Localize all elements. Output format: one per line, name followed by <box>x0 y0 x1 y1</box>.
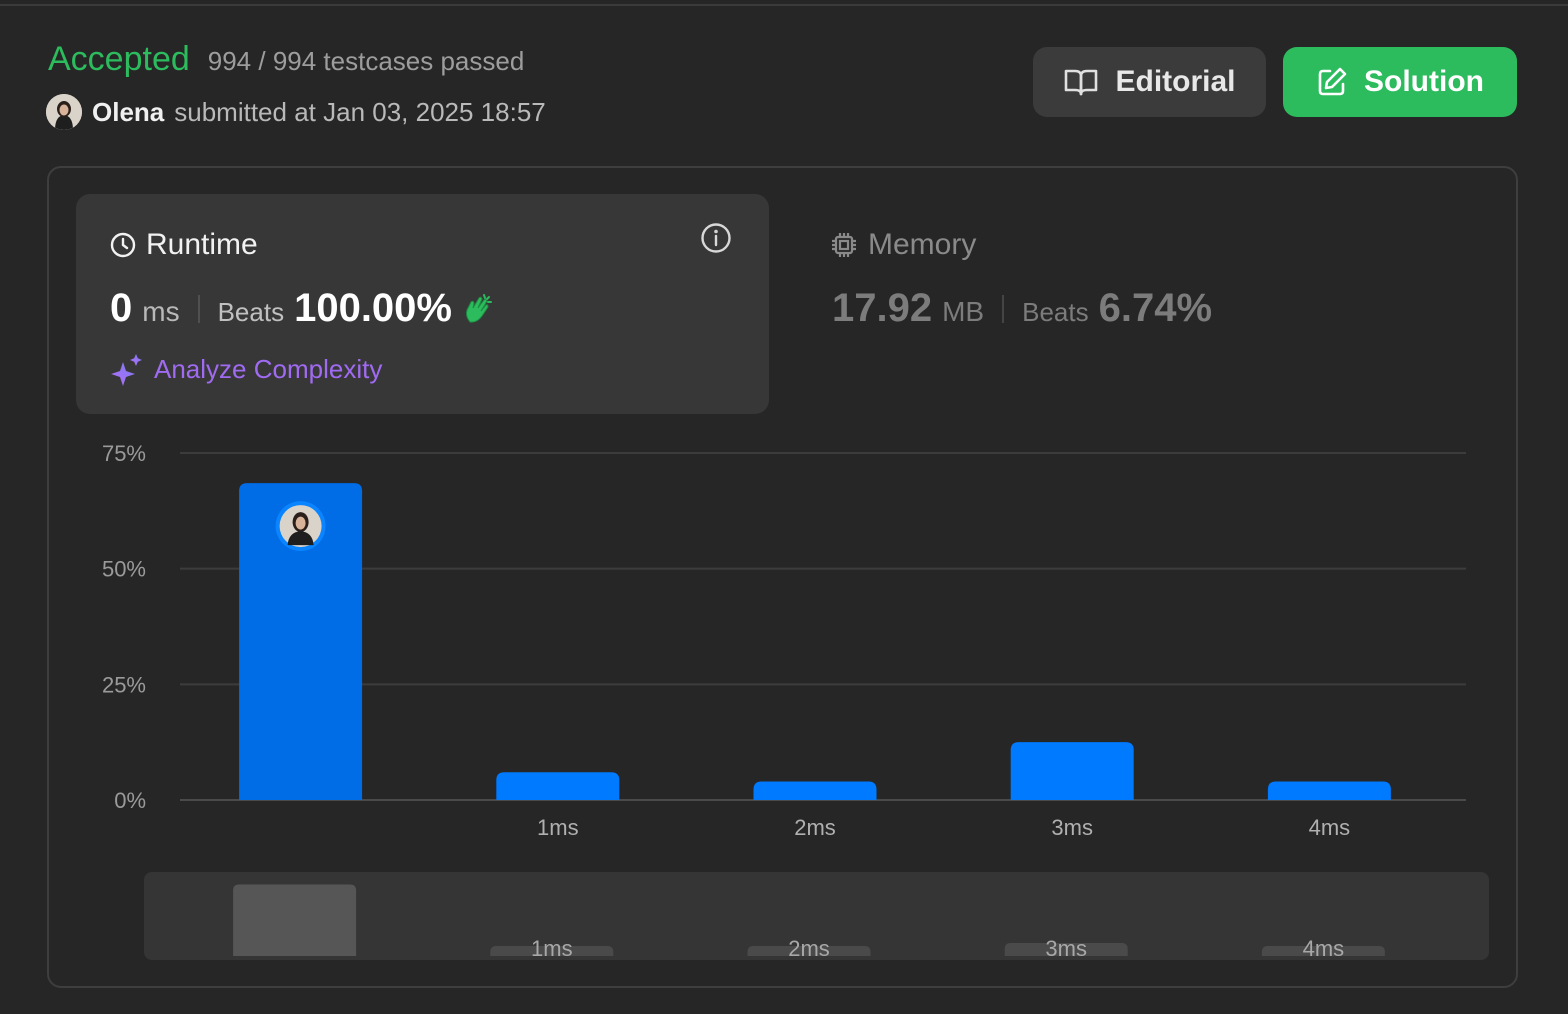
chart-bar[interactable] <box>1010 742 1134 800</box>
y-tick-label: 50% <box>102 557 146 582</box>
x-tick-label: 2ms <box>794 815 836 840</box>
y-tick-label: 75% <box>102 441 146 466</box>
navigator-tick-label: 3ms <box>1045 936 1087 961</box>
navigator-bar <box>233 884 357 956</box>
bar-avatar-face <box>295 516 306 530</box>
navigator-tick-label: 4ms <box>1303 936 1345 961</box>
x-tick-label: 1ms <box>537 815 579 840</box>
y-tick-label: 0% <box>114 788 146 813</box>
navigator-tick-label: 2ms <box>788 936 830 961</box>
x-tick-label: 3ms <box>1051 815 1093 840</box>
chart-bar[interactable] <box>1267 781 1391 800</box>
chart-bar[interactable] <box>496 772 620 800</box>
x-tick-label: 4ms <box>1309 815 1351 840</box>
y-tick-label: 25% <box>102 672 146 697</box>
chart-bar[interactable] <box>753 781 877 800</box>
navigator-tick-label: 1ms <box>531 936 573 961</box>
runtime-distribution-chart[interactable]: 0% 25% 50% 75% 1ms 2ms 3ms 4ms 1ms 2ms 3ms 4ms <box>0 0 1568 1014</box>
